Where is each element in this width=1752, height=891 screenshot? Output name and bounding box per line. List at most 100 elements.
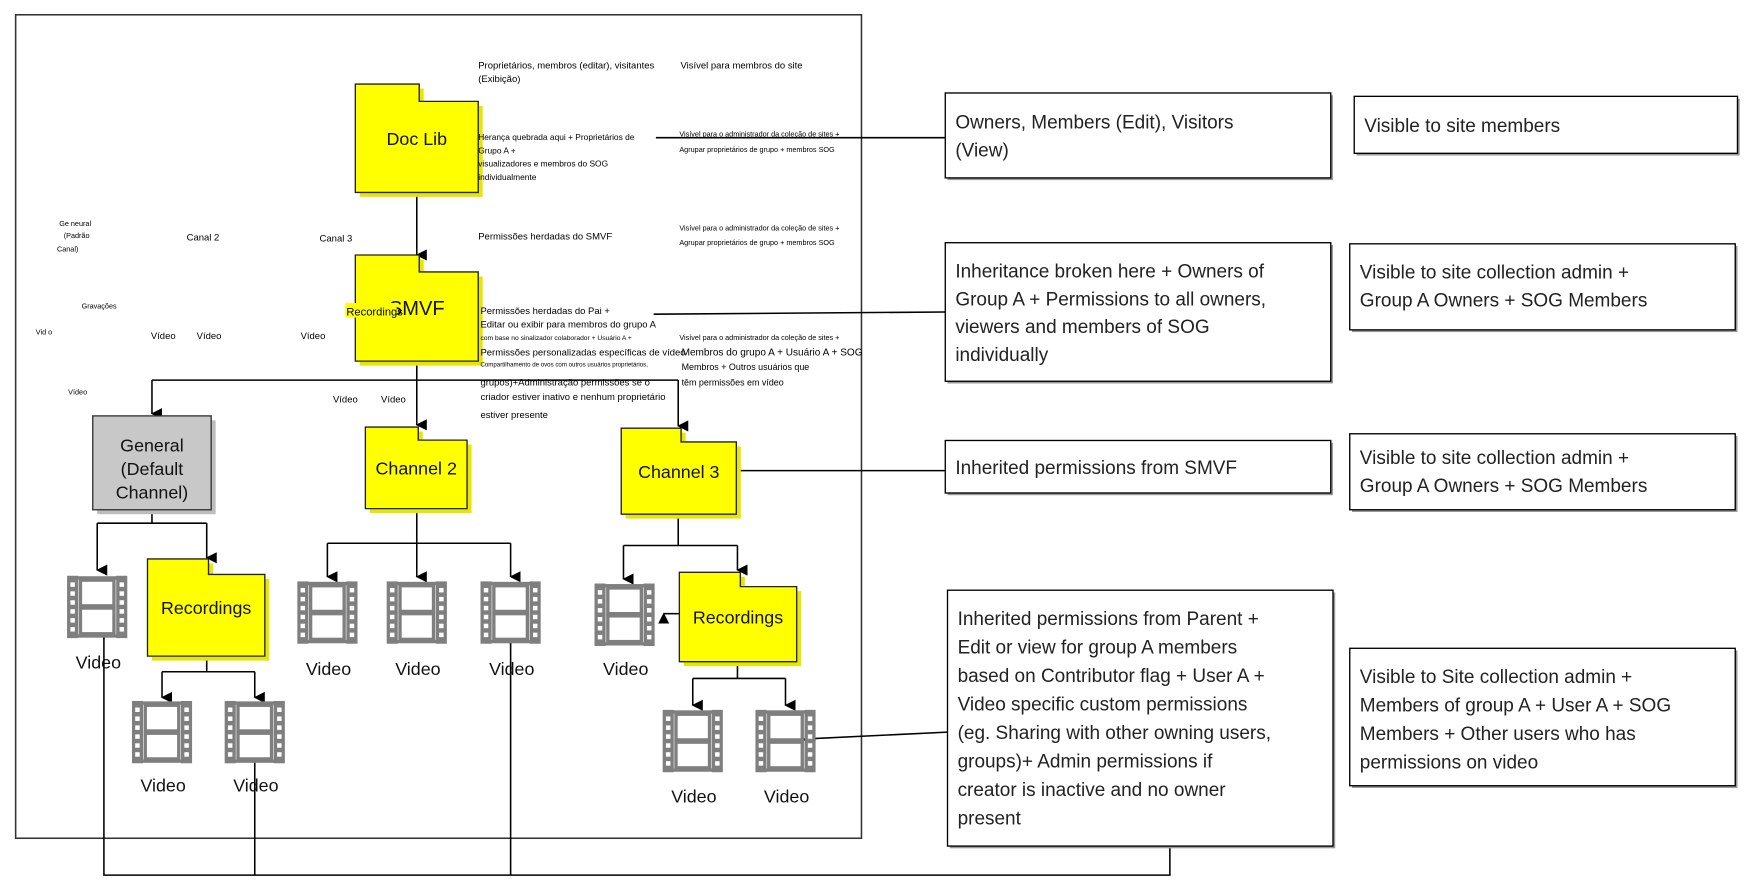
video-item[interactable]: Video <box>480 581 541 679</box>
video-permissions-box-text: Inherited permissions from Parent + <box>958 609 1259 630</box>
pt-video-perms: com base no sinalizador colaborador + Us… <box>480 335 631 342</box>
general-label-1: General <box>120 436 184 456</box>
film-strip-icon <box>480 581 541 644</box>
pt-video-perms: criador estiver inativo e nenhum proprie… <box>480 392 665 403</box>
visible-admin-box-1-text: Group A Owners + SOG Members <box>1360 290 1648 311</box>
visible-admin-box-1-text: Visible to site collection admin + <box>1360 262 1629 283</box>
video-item[interactable]: Video <box>224 700 285 796</box>
pt-visible-video: Membros do grupo A + Usuário A + SOG <box>682 348 863 359</box>
svg-text:Proprietários, membros (editar: Proprietários, membros (editar), visitan… <box>478 60 654 84</box>
svg-text:Visível para o administrador d: Visível para o administrador da coleção … <box>679 223 839 247</box>
video-permissions-box: Inherited permissions from Parent + Edit … <box>946 589 1336 849</box>
pt-visible-video: Membros + Outros usuários que <box>682 362 810 372</box>
pt-video: Vídeo <box>197 331 222 342</box>
description-boxes: Owners, Members (Edit), Visitors (View) Vi… <box>944 92 1740 849</box>
recordings-channel3-folder-label: Recordings <box>693 608 783 628</box>
inheritance-box-text: Inheritance broken here + Owners of <box>955 261 1264 282</box>
pt-gravacoes: Gravações <box>82 302 117 311</box>
pt-general: (Padrão <box>64 231 90 240</box>
pt-video: Vídeo <box>381 394 406 405</box>
recordings-channel3-folder[interactable]: Recordings <box>678 571 802 667</box>
pt-visible-admin-1: Visível para o administrador da coleção … <box>679 130 839 139</box>
smvf-overlay-text: Recordings <box>346 306 403 318</box>
video-item[interactable]: Video <box>594 583 655 679</box>
inherited-smvf-box-text: Inherited permissions from SMVF <box>955 458 1237 479</box>
recordings-general-folder[interactable]: Recordings <box>146 558 270 661</box>
film-strip-icon <box>755 709 816 773</box>
permissions-diagram: Doc LibSMVFChannel 2 Channel 3Recordings R… <box>14 13 1740 876</box>
video-item[interactable]: Video <box>386 581 447 679</box>
video-label: Video <box>489 659 534 679</box>
pt-video-perms: Compartilhamento de ovos com outros usuá… <box>480 362 648 369</box>
doc-lib-folder[interactable]: Doc Lib <box>354 83 483 197</box>
connector-line <box>623 514 738 547</box>
video-permissions-box-text: groups)+ Admin permissions if <box>958 751 1214 772</box>
pt-canal3: Canal 3 <box>320 234 353 245</box>
visible-site-box: Visible to site members <box>1353 95 1740 156</box>
pt-canal2: Canal 2 <box>187 232 220 243</box>
pt-general: Ge neural <box>59 219 91 228</box>
connector-line <box>653 311 946 315</box>
video-item[interactable]: Video <box>297 581 358 679</box>
svg-text:Visível para o administrador d: Visível para o administrador da coleção … <box>679 333 862 388</box>
channel2-folder[interactable]: Channel 2 <box>364 426 472 514</box>
video-item[interactable]: Video <box>131 700 193 796</box>
pt-video: Vídeo <box>333 394 358 405</box>
svg-text:Permissões herdadas do Pai +Ed: Permissões herdadas do Pai + Editar ou ex… <box>480 306 685 421</box>
pt-video: Vídeo <box>151 331 176 342</box>
pt-inherited-smvf: Permissões herdadas do SMVF <box>478 231 612 242</box>
pt-inheritance: Herança quebrada aqui + Proprietários de <box>478 132 635 142</box>
smvf-overlay-label: Recordings <box>345 303 403 318</box>
connector-line <box>327 508 511 545</box>
svg-text:Herança quebrada aqui + Propri: Herança quebrada aqui + Proprietários de… <box>478 132 635 182</box>
pt-inheritance: visualizadores e membros do SOG <box>478 159 608 169</box>
visible-video-box-text: Members of group A + User A + SOG <box>1360 695 1671 716</box>
owners-box-text: (View) <box>955 141 1008 162</box>
pt-visible-admin-2: Visível para o administrador da coleção … <box>679 223 839 232</box>
owners-box: Owners, Members (Edit), Visitors (View) <box>944 92 1333 181</box>
pt-visible-admin-2: Agrupar proprietários de grupo + membros… <box>679 238 835 247</box>
pt-owners: (Exibição) <box>478 74 520 85</box>
visible-site-box-text: Visible to site members <box>1364 116 1560 137</box>
general-label-2: (Default <box>121 459 184 479</box>
video-label: Video <box>764 786 809 806</box>
film-strip-icon <box>297 581 358 644</box>
film-strip-icon <box>594 583 655 647</box>
video-item[interactable]: Video <box>755 709 816 807</box>
pt-inheritance: Grupo A + <box>478 145 516 155</box>
general-channel-node[interactable]: General (Default Channel) <box>92 415 216 515</box>
inheritance-box-text: Group A + Permissions to all owners, <box>955 289 1266 310</box>
pt-owners: Proprietários, membros (editar), visitan… <box>478 60 654 71</box>
pt-video: Vídeo <box>301 331 326 342</box>
svg-text:Ge neural(PadrãoCanal): Ge neural (Padrão Canal) <box>57 219 91 254</box>
pt-video: Vídeo <box>68 388 87 397</box>
channel3-folder-label: Channel 3 <box>638 462 719 482</box>
video-label: Video <box>395 659 440 679</box>
pt-visible-site: Visível para membros do site <box>680 60 802 71</box>
pt-video-perms: Permissões personalizadas específicas de… <box>480 348 685 359</box>
video-permissions-box-text: present <box>958 808 1022 829</box>
general-label-3: Channel) <box>116 483 188 503</box>
video-permissions-box-text: creator is inactive and no owner <box>958 780 1226 801</box>
pt-visible-admin-1: Agrupar proprietários de grupo + membros… <box>679 145 835 154</box>
visible-video-box-text: permissions on video <box>1360 752 1538 773</box>
video-label: Video <box>671 786 716 806</box>
pt-video-perms: estiver presente <box>480 410 547 421</box>
inheritance-box-text: viewers and members of SOG <box>955 317 1209 338</box>
video-item[interactable]: Video <box>662 709 723 807</box>
pt-visible-video: Visível para o administrador da coleção … <box>679 333 839 342</box>
owners-box-text: Owners, Members (Edit), Visitors <box>955 113 1233 134</box>
visible-video-box-text: Visible to Site collection admin + <box>1360 667 1632 688</box>
pt-general: Canal) <box>57 245 78 254</box>
film-strip-icon <box>662 709 723 773</box>
video-label: Video <box>140 775 185 795</box>
video-permissions-box-text: Video specific custom permissions <box>958 694 1248 715</box>
video-item[interactable]: Video <box>67 575 128 673</box>
visible-admin-box-2-text: Visible to site collection admin + <box>1360 448 1629 469</box>
video-permissions-box-text: based on Contributor flag + User A + <box>958 666 1265 687</box>
film-strip-icon <box>224 700 285 764</box>
pt-video-perms: Editar ou exibir para membros do grupo A <box>480 320 656 331</box>
visible-admin-box-1: Visible to site collection admin + Group … <box>1349 243 1738 333</box>
video-permissions-box-text: Edit or view for group A members <box>958 637 1238 658</box>
channel3-folder[interactable]: Channel 3 <box>620 427 741 519</box>
